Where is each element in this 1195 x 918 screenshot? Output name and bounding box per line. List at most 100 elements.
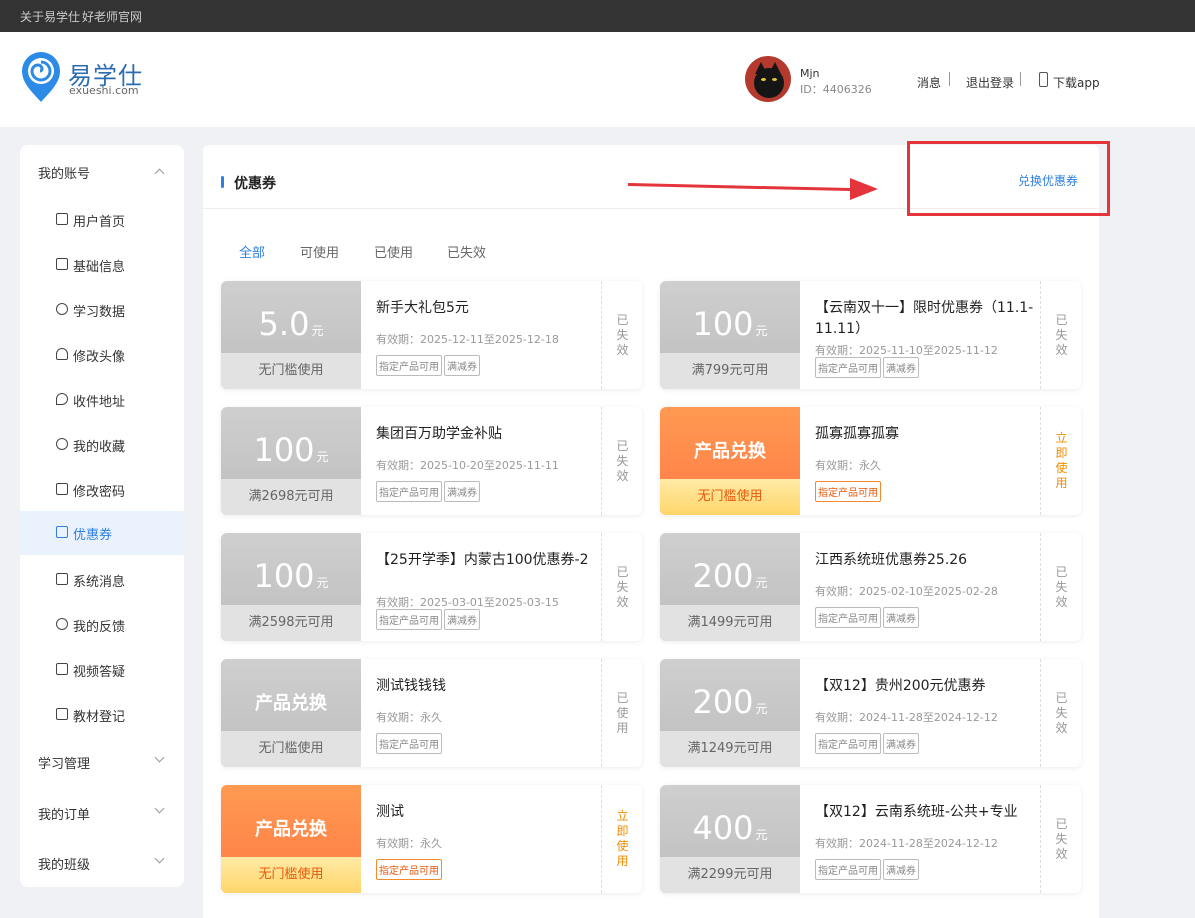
lock-icon <box>56 483 68 495</box>
coupon-status-char: 用 <box>616 854 629 868</box>
id-card-icon <box>56 258 68 270</box>
chevron-down-icon[interactable] <box>154 752 165 763</box>
coupon-status: 已失效 <box>601 533 642 641</box>
coupon-status-char: 已 <box>1055 312 1068 327</box>
coupon-tags: 指定产品可用 <box>815 481 883 502</box>
annotation-arrow-head <box>850 178 878 200</box>
coupon-card[interactable]: 100 元满799元可用 【云南双十一】限时优惠券（11.1-11.11） 有效期：2… <box>660 281 1081 389</box>
sidebar-item-coupons[interactable]: 优惠券 <box>20 511 184 555</box>
coupon-product-label: 产品兑换 <box>255 693 327 714</box>
coupon-amount-unit: 元 <box>755 828 768 842</box>
coupon-card[interactable]: 100 元满2598元可用 【25开学季】内蒙古100优惠券-2 有效期：2025-0… <box>221 533 642 641</box>
speaker-icon <box>56 573 68 585</box>
coupon-value-block: 5.0 元无门槛使用 <box>221 281 361 389</box>
coupon-panel: 优惠券 兑换优惠券 全部 可使用 已使用 已失效 5.0 元无门槛使用 新手大礼包5… <box>203 145 1099 918</box>
coupon-status: 已失效 <box>1040 281 1081 389</box>
coupon-value-block: 100 元满2698元可用 <box>221 407 361 515</box>
tab-used[interactable]: 已使用 <box>374 242 413 261</box>
coupon-status[interactable]: 立即使用 <box>601 785 642 893</box>
download-app-link[interactable]: 下载app <box>1053 74 1100 91</box>
coupon-card[interactable]: 5.0 元无门槛使用 新手大礼包5元 有效期：2025-12-11至2025-12-1… <box>221 281 642 389</box>
heart-icon <box>56 438 68 450</box>
coupon-tags: 指定产品可用 <box>376 733 444 754</box>
coupon-status-char: 失 <box>1055 705 1068 720</box>
page-title: 优惠券 <box>234 176 276 192</box>
coupon-tag: 满减券 <box>444 609 480 630</box>
sidebar-group-orders[interactable]: 我的订单 <box>38 804 90 823</box>
coupon-amount-value: 200 <box>692 683 754 721</box>
logout-link[interactable]: 退出登录 <box>966 74 1014 91</box>
sidebar-item-favorites[interactable]: 我的收藏 <box>20 423 184 467</box>
coupon-validity: 有效期：2025-10-20至2025-11-11 <box>376 459 559 472</box>
avatar[interactable] <box>745 56 791 102</box>
sidebar-item-basic-info[interactable]: 基础信息 <box>20 243 184 287</box>
coupon-status-char: 即 <box>616 824 629 838</box>
coupon-status[interactable]: 立即使用 <box>1040 407 1081 515</box>
coupon-card[interactable]: 产品兑换 无门槛使用 测试 有效期：永久 指定产品可用立即使用 <box>221 785 642 893</box>
coupon-validity: 有效期：永久 <box>376 837 442 850</box>
coupon-name: 新手大礼包5元 <box>376 300 469 316</box>
tab-all[interactable]: 全部 <box>239 242 265 261</box>
sidebar-item-study-data[interactable]: 学习数据 <box>20 288 184 332</box>
coupon-card[interactable]: 产品兑换 无门槛使用 孤寡孤寡孤寡 有效期：永久 指定产品可用立即使用 <box>660 407 1081 515</box>
sidebar-item-textbook[interactable]: 教材登记 <box>20 693 184 737</box>
coupon-status: 已使用 <box>601 659 642 767</box>
coupon-status-char: 失 <box>1055 831 1068 846</box>
coupon-tag: 满减券 <box>883 607 919 628</box>
logo-subtitle: exueshi.com <box>69 84 139 97</box>
sidebar-item-system-messages[interactable]: 系统消息 <box>20 558 184 602</box>
ticket-icon <box>56 526 68 538</box>
coupon-status-char: 立 <box>616 809 629 823</box>
coupon-amount: 100 元 <box>660 305 800 343</box>
sidebar-item-avatar[interactable]: 修改头像 <box>20 333 184 377</box>
coupon-validity: 有效期：永久 <box>376 711 442 724</box>
about-link[interactable]: 关于易学仕 <box>20 8 80 25</box>
coupon-amount-value: 5.0 <box>258 305 310 343</box>
coupon-validity: 有效期：永久 <box>815 459 881 472</box>
coupon-amount-value: 200 <box>692 557 754 595</box>
coupon-card[interactable]: 200 元满1499元可用 江西系统班优惠券25.26 有效期：2025-02-10至… <box>660 533 1081 641</box>
coupon-tag: 指定产品可用 <box>815 481 881 502</box>
coupon-status-char: 效 <box>616 342 629 357</box>
teacher-site-link[interactable]: 好老师官网 <box>82 8 142 25</box>
chevron-up-icon[interactable] <box>154 168 165 179</box>
sidebar-group-account[interactable]: 我的账号 <box>38 163 90 182</box>
tab-expired[interactable]: 已失效 <box>447 242 486 261</box>
coupon-condition: 满1499元可用 <box>660 605 800 641</box>
sidebar-item-video-qa[interactable]: 视频答疑 <box>20 648 184 692</box>
coupon-tags: 指定产品可用 满减券 <box>815 859 921 880</box>
coupon-tag: 指定产品可用 <box>815 733 881 754</box>
coupon-amount: 5.0 元 <box>221 305 361 343</box>
coupon-status-char: 已 <box>616 312 629 327</box>
coupon-tag: 指定产品可用 <box>815 607 881 628</box>
coupon-card[interactable]: 400 元满2299元可用 【双12】云南系统班-公共+专业 有效期：2024-11-… <box>660 785 1081 893</box>
coupon-card[interactable]: 200 元满1249元可用 【双12】贵州200元优惠券 有效期：2024-11-28… <box>660 659 1081 767</box>
coupon-tag: 满减券 <box>883 859 919 880</box>
sidebar-group-study[interactable]: 学习管理 <box>38 753 90 772</box>
tab-available[interactable]: 可使用 <box>300 242 339 261</box>
chevron-down-icon[interactable] <box>154 803 165 814</box>
sidebar-item-password[interactable]: 修改密码 <box>20 468 184 512</box>
coupon-tag: 指定产品可用 <box>376 355 442 376</box>
coupon-card[interactable]: 产品兑换 无门槛使用 测试钱钱钱 有效期：永久 指定产品可用已使用 <box>221 659 642 767</box>
annotation-highlight-box <box>907 141 1110 216</box>
coupon-name: 测试 <box>376 804 404 820</box>
messages-link[interactable]: 消息 <box>917 74 941 91</box>
coupon-status-char: 使 <box>616 705 629 720</box>
sidebar-group-classes[interactable]: 我的班级 <box>38 854 90 873</box>
coupon-amount: 200 元 <box>660 557 800 595</box>
exueshi-logo-icon[interactable] <box>20 50 62 104</box>
coupon-tag: 指定产品可用 <box>376 859 442 880</box>
coupon-status: 已失效 <box>1040 659 1081 767</box>
coupon-status-char: 使 <box>1055 461 1068 475</box>
coupon-value-block: 200 元满1249元可用 <box>660 659 800 767</box>
coupon-amount-unit: 元 <box>316 576 329 590</box>
coupon-tag: 满减券 <box>883 357 919 378</box>
coupon-amount-value: 100 <box>253 557 315 595</box>
coupon-card[interactable]: 100 元满2698元可用 集团百万助学金补贴 有效期：2025-10-20至2025… <box>221 407 642 515</box>
sidebar-item-home[interactable]: 用户首页 <box>20 198 184 242</box>
sidebar-item-address[interactable]: 收件地址 <box>20 378 184 422</box>
sidebar-item-feedback[interactable]: 我的反馈 <box>20 603 184 647</box>
coupon-tags: 指定产品可用 满减券 <box>815 357 921 378</box>
chevron-down-icon[interactable] <box>154 853 165 864</box>
